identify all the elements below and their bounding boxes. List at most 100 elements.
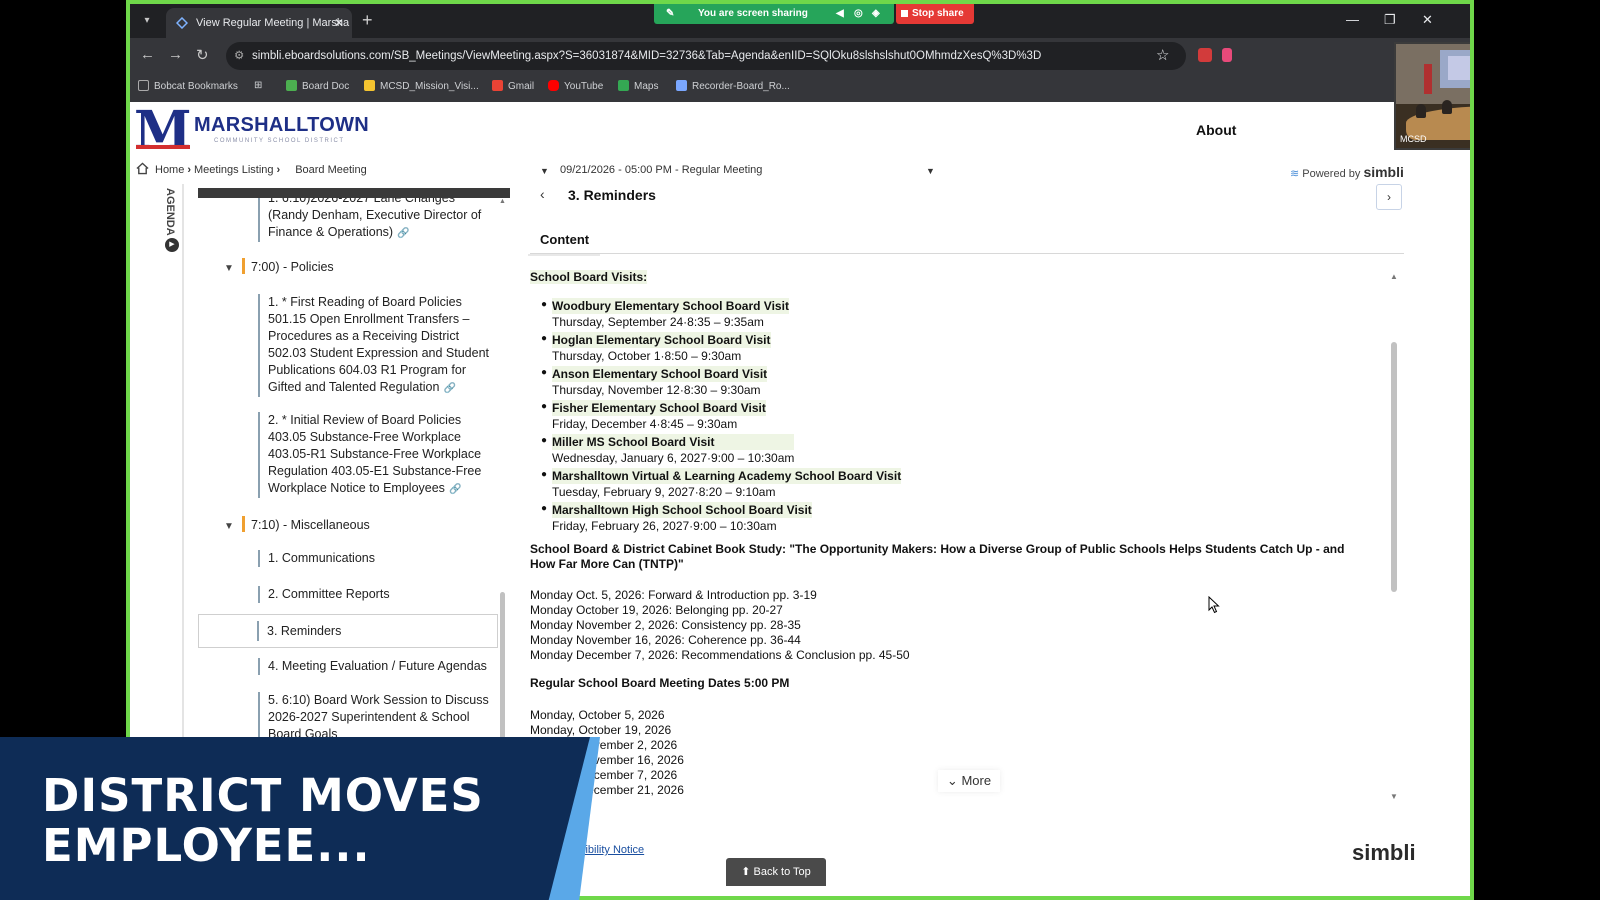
agenda-header — [198, 188, 510, 198]
breadcrumb-home[interactable]: Home — [155, 164, 184, 176]
chevron-down-icon[interactable]: ▼ — [926, 166, 935, 176]
agenda-item-lane-changes[interactable]: 1. 6:10)2026-2027 Lane Changes (Randy De… — [258, 198, 498, 242]
visit-item: ● Marshalltown Virtual & Learning Academy… — [541, 468, 902, 499]
content-scrollbar[interactable]: ▲ ▼ — [1390, 272, 1398, 802]
visits-title: School Board Visits: — [530, 270, 648, 284]
url-input[interactable]: ⚙ simbli.eboardsolutions.com/SB_Meetings… — [226, 42, 1186, 70]
scroll-up-icon[interactable]: ▲ — [1390, 272, 1398, 281]
agenda-item-initial-review[interactable]: 2. * Initial Review of Board Policies 40… — [258, 412, 498, 498]
chevron-down-icon[interactable]: ▼ — [540, 166, 549, 176]
back-to-top-button[interactable]: ⬆ Back to Top — [726, 858, 826, 886]
book-schedule-line: Monday December 7, 2026: Recommendations… — [530, 648, 910, 662]
bookmark-youtube[interactable]: YouTube — [548, 80, 603, 92]
next-item-button[interactable]: › — [1376, 184, 1402, 210]
agenda-scrollbar[interactable]: ▲ — [499, 192, 506, 802]
district-logo[interactable]: M — [134, 105, 192, 157]
agenda-rail: AGENDA ▶ — [158, 184, 184, 804]
extension-icon[interactable] — [1198, 48, 1212, 62]
pause-share-icon[interactable]: ◎ — [854, 4, 863, 24]
screen-share-indicator: ✎ You are screen sharing ◀ ◎ ◈ — [654, 4, 894, 24]
board-select[interactable]: Board Meeting — [295, 164, 367, 176]
agenda-rail-label: AGENDA — [164, 188, 176, 236]
browser-chrome: ▾ View Regular Meeting | Marsha ✕ + ✎ Yo… — [130, 4, 1470, 102]
webcam-label: MCSD — [1400, 134, 1427, 144]
bookmark-mission[interactable]: MCSD_Mission_Visi... — [364, 80, 479, 92]
apps-grid-icon[interactable]: ⊞ — [254, 80, 262, 91]
webcam-overlay: MCSD — [1394, 42, 1474, 150]
extension-pin-icon[interactable] — [1222, 48, 1232, 62]
agenda-section-miscellaneous[interactable]: ▼ 7:10) - Miscellaneous — [224, 516, 370, 532]
powered-brand: simbli — [1363, 164, 1404, 180]
about-link[interactable]: About — [1196, 122, 1236, 138]
reload-icon[interactable]: ↻ — [196, 46, 209, 64]
chevron-down-icon[interactable]: ▼ — [224, 521, 236, 532]
stop-share-button[interactable]: Stop share — [896, 4, 974, 24]
item-title: 3. Reminders — [568, 187, 656, 203]
browser-tab[interactable]: View Regular Meeting | Marsha ✕ — [166, 8, 352, 38]
home-icon[interactable] — [136, 162, 149, 175]
bookmark-board-doc[interactable]: Board Doc — [286, 80, 349, 92]
scroll-up-icon[interactable]: ▲ — [499, 198, 506, 205]
content-header: ‹ 3. Reminders › — [530, 184, 1410, 214]
tab-search-button[interactable]: ▾ — [138, 12, 156, 30]
minimize-icon[interactable]: — — [1346, 12, 1359, 27]
content-tabs: Content — [527, 226, 1404, 256]
news-lower-third: DISTRICT MOVES EMPLOYEE... — [0, 737, 600, 900]
scroll-down-icon[interactable]: ▼ — [1390, 792, 1398, 801]
attachment-link-icon[interactable]: 🔗 — [443, 383, 455, 394]
more-button[interactable]: ⌄ More — [938, 770, 1000, 792]
meeting-dates-title: Regular School Board Meeting Dates 5:00 … — [530, 676, 790, 690]
bookmark-star-icon[interactable]: ☆ — [1156, 46, 1169, 64]
bookmark-gmail[interactable]: Gmail — [492, 80, 534, 92]
book-schedule-line: Monday November 16, 2026: Coherence pp. … — [530, 633, 801, 647]
restore-icon[interactable]: ❐ — [1384, 12, 1396, 28]
content-body: School Board Visits: ● Woodbury Elementar… — [530, 270, 1390, 830]
district-name: MARSHALLTOWN — [194, 114, 370, 136]
agenda-item-meeting-evaluation[interactable]: 4. Meeting Evaluation / Future Agendas — [258, 658, 498, 675]
attachment-link-icon[interactable]: 🔗 — [397, 228, 409, 239]
back-arrow-icon[interactable]: ← — [140, 46, 155, 63]
webcam-person — [1470, 98, 1474, 112]
recorder-icon — [676, 80, 687, 91]
content-scroll-thumb[interactable] — [1391, 342, 1397, 592]
bookmark-recorder[interactable]: Recorder-Board_Ro... — [676, 80, 790, 92]
book-study-title: School Board & District Cabinet Book Stu… — [530, 542, 1345, 571]
simbli-favicon-icon — [176, 17, 188, 29]
simbli-mark-icon: ≋ — [1290, 168, 1303, 180]
agenda-item-first-reading[interactable]: 1. * First Reading of Board Policies 501… — [258, 294, 498, 397]
play-icon[interactable]: ▶ — [165, 238, 179, 252]
url-text: simbli.eboardsolutions.com/SB_Meetings/V… — [252, 50, 1042, 62]
agenda-item-communications[interactable]: 1. Communications — [258, 550, 498, 567]
site-info-icon[interactable]: ⚙ — [234, 42, 244, 70]
arrow-up-icon: ⬆ — [741, 866, 754, 878]
chevron-down-icon[interactable]: ▼ — [224, 263, 236, 274]
visit-item: ● Hoglan Elementary School Board Visit Thu… — [541, 332, 771, 363]
bookmark-bobcat[interactable]: Bobcat Bookmarks — [138, 80, 238, 92]
breadcrumb-meetings[interactable]: Meetings Listing — [194, 164, 274, 176]
folder-yellow-icon — [364, 80, 375, 91]
new-tab-button[interactable]: + — [362, 10, 373, 31]
maps-icon — [618, 80, 629, 91]
audio-icon[interactable]: ◀ — [836, 4, 844, 24]
agenda-item-committee-reports[interactable]: 2. Committee Reports — [258, 586, 498, 603]
share-pin-icon: ✎ — [666, 8, 675, 19]
agenda-item-reminders[interactable]: 3. Reminders — [198, 614, 498, 648]
agenda-item-work-session[interactable]: 5. 6:10) Board Work Session to Discuss 2… — [258, 692, 498, 743]
meeting-select[interactable]: 09/21/2026 - 05:00 PM - Regular Meeting — [560, 164, 762, 176]
forward-arrow-icon[interactable]: → — [168, 46, 183, 63]
visit-item: ● Miller MS School Board Visit Wednesday, … — [541, 434, 795, 465]
webcam-projector-screen — [1440, 50, 1470, 88]
webcam-person — [1442, 100, 1452, 114]
agenda-section-policies[interactable]: ▼ 7:00) - Policies — [224, 258, 334, 274]
visit-item: ● Anson Elementary School Board Visit Thur… — [541, 366, 768, 397]
previous-item-icon[interactable]: ‹ — [540, 186, 545, 202]
attachment-link-icon[interactable]: 🔗 — [449, 484, 461, 495]
tab-content[interactable]: Content — [527, 232, 601, 256]
meeting-date: Monday, October 5, 2026 — [530, 708, 665, 722]
close-window-icon[interactable]: ✕ — [1422, 12, 1433, 28]
youtube-icon — [548, 80, 559, 91]
mouse-cursor-icon — [1208, 596, 1220, 614]
shield-icon[interactable]: ◈ — [872, 4, 880, 24]
bookmark-maps[interactable]: Maps — [618, 80, 658, 92]
close-tab-icon[interactable]: ✕ — [334, 8, 344, 38]
